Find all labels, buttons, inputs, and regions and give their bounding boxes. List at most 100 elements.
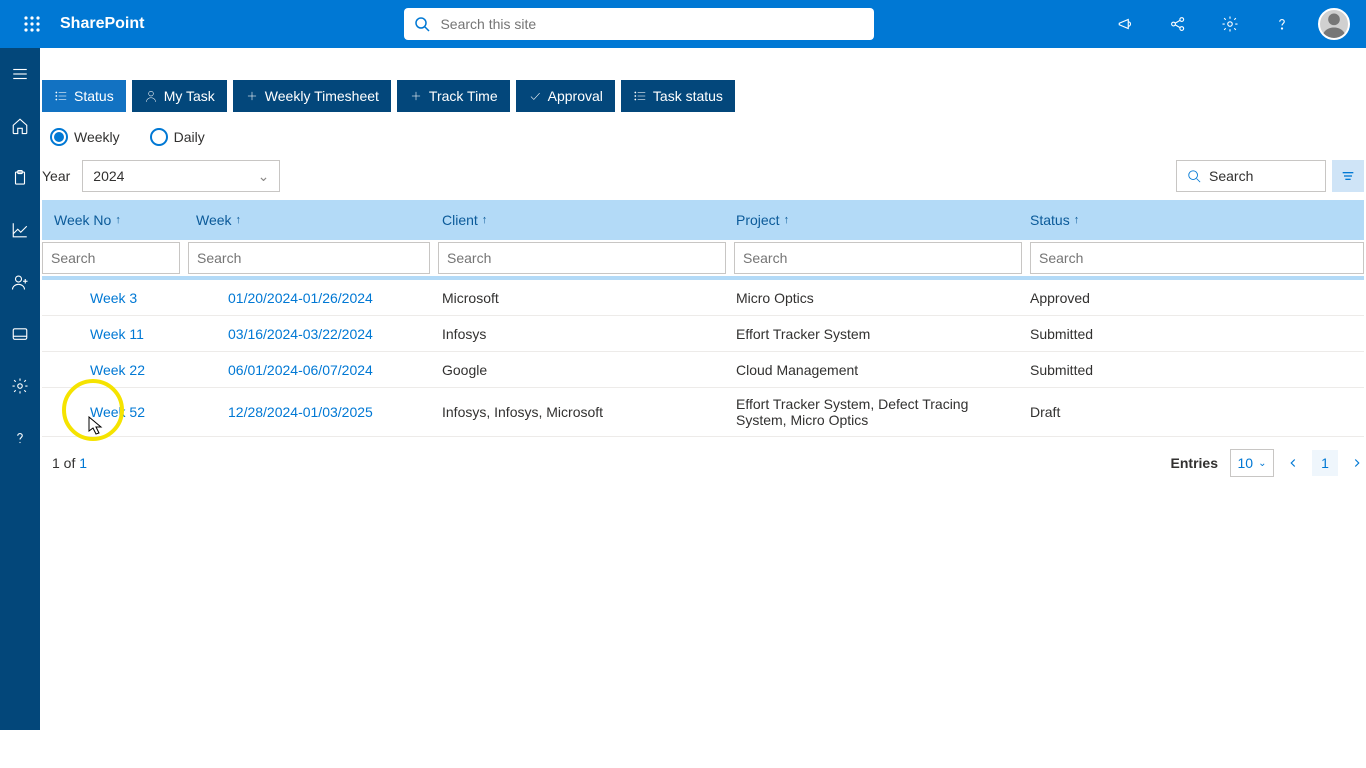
- search-placeholder: Search: [1209, 168, 1253, 184]
- app-header: SharePoint: [0, 0, 1366, 48]
- data-table: Week No↑ Week↑ Client↑ Project↑ Status↑ …: [42, 200, 1364, 437]
- th-client[interactable]: Client↑: [430, 212, 724, 228]
- check-icon: [528, 89, 542, 103]
- sort-up-icon: ↑: [482, 214, 488, 226]
- cell-weekno[interactable]: Week 22: [42, 354, 184, 386]
- site-search-input[interactable]: [440, 16, 864, 32]
- clipboard-icon[interactable]: [4, 162, 36, 194]
- plus-icon: [409, 89, 423, 103]
- tab-label: Track Time: [429, 88, 498, 104]
- sort-up-icon: ↑: [1074, 214, 1080, 226]
- sort-up-icon: ↑: [115, 214, 121, 226]
- radio-circle-icon: [50, 128, 68, 146]
- tab-mytask[interactable]: My Task: [132, 80, 227, 112]
- cell-status: Submitted: [1018, 318, 1364, 350]
- table-search[interactable]: Search: [1176, 160, 1326, 192]
- app-launcher-icon[interactable]: [8, 0, 56, 48]
- user-plus-icon[interactable]: [4, 266, 36, 298]
- cell-week[interactable]: 12/28/2024-01/03/2025: [184, 396, 430, 428]
- tab-label: Weekly Timesheet: [265, 88, 379, 104]
- cell-status: Submitted: [1018, 354, 1364, 386]
- megaphone-icon[interactable]: [1110, 8, 1142, 40]
- person-icon: [144, 89, 158, 103]
- year-label: Year: [42, 168, 70, 184]
- table-row: Week 52 12/28/2024-01/03/2025 Infosys, I…: [42, 388, 1364, 437]
- radio-weekly[interactable]: Weekly: [50, 128, 120, 146]
- th-weekno[interactable]: Week No↑: [42, 212, 184, 228]
- tab-status[interactable]: Status: [42, 80, 126, 112]
- pagination-info: 1 of 1: [52, 455, 87, 471]
- cell-week[interactable]: 03/16/2024-03/22/2024: [184, 318, 430, 350]
- brand-label: SharePoint: [60, 15, 144, 33]
- site-search[interactable]: [404, 8, 874, 40]
- filter-button[interactable]: [1332, 160, 1364, 192]
- table-header: Week No↑ Week↑ Client↑ Project↑ Status↑: [42, 200, 1364, 240]
- list-icon: [54, 89, 68, 103]
- tab-weekly-timesheet[interactable]: Weekly Timesheet: [233, 80, 391, 112]
- page-number[interactable]: 1: [1312, 450, 1338, 476]
- filter-weekno[interactable]: [42, 242, 180, 274]
- tab-label: Approval: [548, 88, 603, 104]
- filter-client[interactable]: [438, 242, 726, 274]
- pagination: 1 of 1 Entries 10 ⌄ 1: [52, 449, 1364, 477]
- cell-project: Effort Tracker System, Defect Tracing Sy…: [724, 388, 1018, 436]
- year-dropdown[interactable]: 2024 ⌄: [82, 160, 280, 192]
- entries-dropdown[interactable]: 10 ⌄: [1230, 449, 1274, 477]
- chart-icon[interactable]: [4, 214, 36, 246]
- filter-week[interactable]: [188, 242, 430, 274]
- cell-status: Approved: [1018, 282, 1364, 314]
- settings-icon[interactable]: [4, 370, 36, 402]
- next-page-icon[interactable]: [1350, 456, 1364, 470]
- cell-client: Microsoft: [430, 282, 724, 314]
- filter-status[interactable]: [1030, 242, 1364, 274]
- radio-label: Daily: [174, 129, 205, 145]
- filter-toolbar: Year 2024 ⌄ Search: [42, 160, 1366, 192]
- sidebar-help-icon[interactable]: [4, 422, 36, 454]
- tab-approval[interactable]: Approval: [516, 80, 615, 112]
- cell-week[interactable]: 01/20/2024-01/26/2024: [184, 282, 430, 314]
- tab-label: My Task: [164, 88, 215, 104]
- cell-week[interactable]: 06/01/2024-06/07/2024: [184, 354, 430, 386]
- chevron-down-icon: ⌄: [1258, 458, 1266, 469]
- search-icon: [1187, 169, 1201, 183]
- radio-label: Weekly: [74, 129, 120, 145]
- th-status[interactable]: Status↑: [1018, 212, 1364, 228]
- table-row: Week 3 01/20/2024-01/26/2024 Microsoft M…: [42, 280, 1364, 316]
- filter-project[interactable]: [734, 242, 1022, 274]
- cell-project: Cloud Management: [724, 354, 1018, 386]
- cell-project: Micro Optics: [724, 282, 1018, 314]
- tab-task-status[interactable]: Task status: [621, 80, 735, 112]
- tab-label: Task status: [653, 88, 723, 104]
- main-panel: Status My Task Weekly Timesheet Track Ti…: [40, 48, 1366, 768]
- cell-client: Infosys: [430, 318, 724, 350]
- filter-lines-icon: [1340, 168, 1356, 184]
- table-filter-row: [42, 240, 1364, 280]
- radio-circle-icon: [150, 128, 168, 146]
- cell-weekno[interactable]: Week 52: [42, 396, 184, 428]
- cell-project: Effort Tracker System: [724, 318, 1018, 350]
- th-project[interactable]: Project↑: [724, 212, 1018, 228]
- cell-weekno[interactable]: Week 3: [42, 282, 184, 314]
- gear-icon[interactable]: [1214, 8, 1246, 40]
- tab-track-time[interactable]: Track Time: [397, 80, 510, 112]
- sidebar: [0, 48, 40, 730]
- search-icon: [414, 16, 430, 32]
- th-week[interactable]: Week↑: [184, 212, 430, 228]
- menu-toggle-icon[interactable]: [4, 58, 36, 90]
- chevron-down-icon: ⌄: [258, 168, 270, 185]
- cell-client: Infosys, Infosys, Microsoft: [430, 396, 724, 428]
- tablet-icon[interactable]: [4, 318, 36, 350]
- home-icon[interactable]: [4, 110, 36, 142]
- radio-daily[interactable]: Daily: [150, 128, 205, 146]
- share-icon[interactable]: [1162, 8, 1194, 40]
- table-row: Week 11 03/16/2024-03/22/2024 Infosys Ef…: [42, 316, 1364, 352]
- tab-label: Status: [74, 88, 114, 104]
- cell-weekno[interactable]: Week 11: [42, 318, 184, 350]
- plus-icon: [245, 89, 259, 103]
- view-radio-group: Weekly Daily: [50, 128, 1366, 146]
- prev-page-icon[interactable]: [1286, 456, 1300, 470]
- sort-up-icon: ↑: [236, 214, 242, 226]
- cell-client: Google: [430, 354, 724, 386]
- user-avatar[interactable]: [1318, 8, 1350, 40]
- help-icon[interactable]: [1266, 8, 1298, 40]
